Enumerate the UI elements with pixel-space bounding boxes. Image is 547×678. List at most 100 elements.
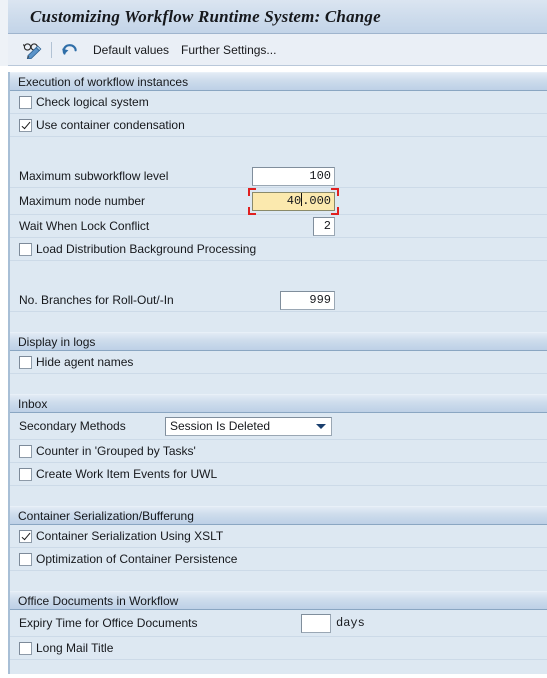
spacer-row-3	[10, 261, 547, 275]
checkbox-create-work-item-events-for-uwl[interactable]: Create Work Item Events for UWL	[19, 467, 217, 481]
group-body-inbox: Secondary Methods Session Is Deleted Cou…	[10, 413, 547, 500]
row-create-work-item-events: Create Work Item Events for UWL	[10, 463, 547, 486]
checkbox-label-load-distribution: Load Distribution Background Processing	[36, 242, 257, 256]
row-load-distribution: Load Distribution Background Processing	[10, 238, 547, 261]
checkbox-label-hide-agent-names: Hide agent names	[36, 355, 134, 369]
row-maximum-subworkflow-level: Maximum subworkflow level 100	[10, 165, 547, 188]
checkbox-hide-agent-names[interactable]: Hide agent names	[19, 355, 133, 369]
spacer-row-6	[10, 374, 547, 388]
input-no-branches-for-rollout[interactable]: 999	[280, 290, 335, 310]
label-secondary-methods: Secondary Methods	[19, 419, 126, 433]
group-title-office-documents: Office Documents in Workflow	[18, 593, 179, 608]
row-long-mail-title: Long Mail Title	[10, 637, 547, 660]
toolbar-separator	[51, 41, 52, 58]
label-expiry-time-unit: days	[336, 616, 365, 630]
undo-arrow-icon[interactable]	[59, 39, 81, 61]
checkbox-label-use-container-condensation: Use container condensation	[36, 118, 185, 132]
checkbox-load-distribution-background-processing[interactable]: Load Distribution Background Processing	[19, 242, 256, 256]
checkbox-long-mail-title[interactable]: Long Mail Title	[19, 641, 113, 655]
checkbox-use-container-condensation[interactable]: Use container condensation	[19, 118, 185, 132]
checkbox-label-create-work-item-events: Create Work Item Events for UWL	[36, 467, 218, 481]
group-title-execution: Execution of workflow instances	[18, 74, 189, 89]
further-settings-button[interactable]: Further Settings...	[175, 41, 282, 59]
label-expiry-time-for-office-documents: Expiry Time for Office Documents	[19, 616, 198, 630]
row-secondary-methods: Secondary Methods Session Is Deleted	[10, 413, 547, 440]
label-no-branches-for-rollout: No. Branches for Roll-Out/-In	[19, 293, 174, 307]
spacer-row-1	[10, 137, 547, 151]
input-expiry-time-for-office-documents[interactable]	[301, 613, 331, 633]
checkbox-container-serialization-using-xslt[interactable]: Container Serialization Using XSLT	[19, 529, 223, 543]
group-execution-of-workflow-instances: Execution of workflow instances Check lo…	[10, 72, 547, 326]
default-values-button[interactable]: Default values	[87, 41, 175, 59]
checkbox-optimization-of-container-persistence[interactable]: Optimization of Container Persistence	[19, 552, 237, 566]
row-optimization-of-container-persistence: Optimization of Container Persistence	[10, 548, 547, 571]
checkbox-label-check-logical-system: Check logical system	[36, 95, 149, 109]
checkbox-box-use-container-condensation[interactable]	[19, 118, 32, 132]
label-maximum-subworkflow-level: Maximum subworkflow level	[19, 169, 169, 183]
checkbox-box-load-distribution[interactable]	[19, 242, 32, 256]
sap-window: Customizing Workflow Runtime System: Cha…	[0, 0, 547, 678]
row-check-logical-system: Check logical system	[10, 91, 547, 114]
row-container-serialization-using-xslt: Container Serialization Using XSLT	[10, 525, 547, 548]
row-use-container-condensation: Use container condensation	[10, 114, 547, 137]
content-area: Execution of workflow instances Check lo…	[0, 66, 547, 678]
checkbox-label-optimization-persistence: Optimization of Container Persistence	[36, 552, 238, 566]
group-header-container-serialization: Container Serialization/Bufferung	[10, 506, 547, 525]
group-body-office-documents: Expiry Time for Office Documents days Lo…	[10, 610, 547, 674]
group-container-serialization: Container Serialization/Bufferung Contai…	[10, 506, 547, 585]
focus-wrapper-maximum-node-number: 40.000	[248, 187, 339, 215]
input-wait-when-lock-conflict[interactable]: 2	[313, 216, 335, 236]
page-title: Customizing Workflow Runtime System: Cha…	[30, 6, 381, 26]
spacer-row-7	[10, 486, 547, 500]
checkbox-label-long-mail-title: Long Mail Title	[36, 641, 114, 655]
group-display-in-logs: Display in logs Hide agent names	[10, 332, 547, 388]
spacer-row-9	[10, 660, 547, 674]
group-title-container-serialization: Container Serialization/Bufferung	[18, 508, 194, 523]
label-wait-when-lock-conflict: Wait When Lock Conflict	[19, 219, 150, 233]
group-header-inbox: Inbox	[10, 394, 547, 413]
row-counter-in-grouped-by-tasks: Counter in 'Grouped by Tasks'	[10, 440, 547, 463]
row-expiry-time-for-office-documents: Expiry Time for Office Documents days	[10, 610, 547, 637]
checkbox-box-optimization-persistence[interactable]	[19, 552, 32, 566]
group-header-execution: Execution of workflow instances	[10, 72, 547, 91]
input-value-after-caret: .000	[302, 193, 331, 208]
checkbox-box-long-mail-title[interactable]	[19, 641, 32, 655]
row-wait-when-lock-conflict: Wait When Lock Conflict 2	[10, 215, 547, 238]
row-hide-agent-names: Hide agent names	[10, 351, 547, 374]
checkbox-box-hide-agent-names[interactable]	[19, 355, 32, 369]
group-office-documents-in-workflow: Office Documents in Workflow Expiry Time…	[10, 591, 547, 674]
checkbox-counter-in-grouped-by-tasks[interactable]: Counter in 'Grouped by Tasks'	[19, 444, 196, 458]
input-value-before-caret: 40	[286, 193, 302, 208]
checkbox-label-counter-grouped: Counter in 'Grouped by Tasks'	[36, 444, 196, 458]
input-maximum-subworkflow-level[interactable]: 100	[252, 166, 335, 186]
dropdown-value-secondary-methods: Session Is Deleted	[170, 419, 271, 433]
title-bar: Customizing Workflow Runtime System: Cha…	[8, 0, 547, 34]
checkbox-check-logical-system[interactable]: Check logical system	[19, 95, 149, 109]
spacer-row-5	[10, 312, 547, 326]
row-maximum-node-number: Maximum node number 40.000	[10, 187, 547, 215]
checkbox-box-counter-grouped[interactable]	[19, 444, 32, 458]
group-header-display-in-logs: Display in logs	[10, 332, 547, 351]
group-header-office-documents: Office Documents in Workflow	[10, 591, 547, 610]
application-toolbar: Default values Further Settings...	[8, 34, 547, 66]
group-body-execution: Check logical system Use container conde…	[10, 91, 547, 326]
group-title-display-in-logs: Display in logs	[18, 334, 96, 349]
checkbox-box-check-logical-system[interactable]	[19, 95, 32, 109]
spacer-row-4	[10, 275, 547, 289]
group-body-display-in-logs: Hide agent names	[10, 351, 547, 388]
group-inbox: Inbox Secondary Methods Session Is Delet…	[10, 394, 547, 500]
checkbox-label-serialization-xslt: Container Serialization Using XSLT	[36, 529, 224, 543]
spacer-row-8	[10, 571, 547, 585]
checkbox-box-serialization-xslt[interactable]	[19, 529, 32, 543]
chevron-down-icon[interactable]	[313, 423, 329, 429]
checkbox-box-create-work-item-events[interactable]	[19, 467, 32, 481]
glasses-pencil-icon[interactable]	[22, 39, 44, 61]
label-maximum-node-number: Maximum node number	[19, 194, 146, 208]
group-body-container-serialization: Container Serialization Using XSLT Optim…	[10, 525, 547, 585]
group-title-inbox: Inbox	[18, 396, 48, 411]
spacer-row-2	[10, 151, 547, 165]
settings-panel: Execution of workflow instances Check lo…	[8, 72, 547, 674]
row-no-branches-for-rollout: No. Branches for Roll-Out/-In 999	[10, 289, 547, 312]
dropdown-secondary-methods[interactable]: Session Is Deleted	[165, 416, 332, 436]
input-maximum-node-number[interactable]: 40.000	[252, 191, 335, 211]
